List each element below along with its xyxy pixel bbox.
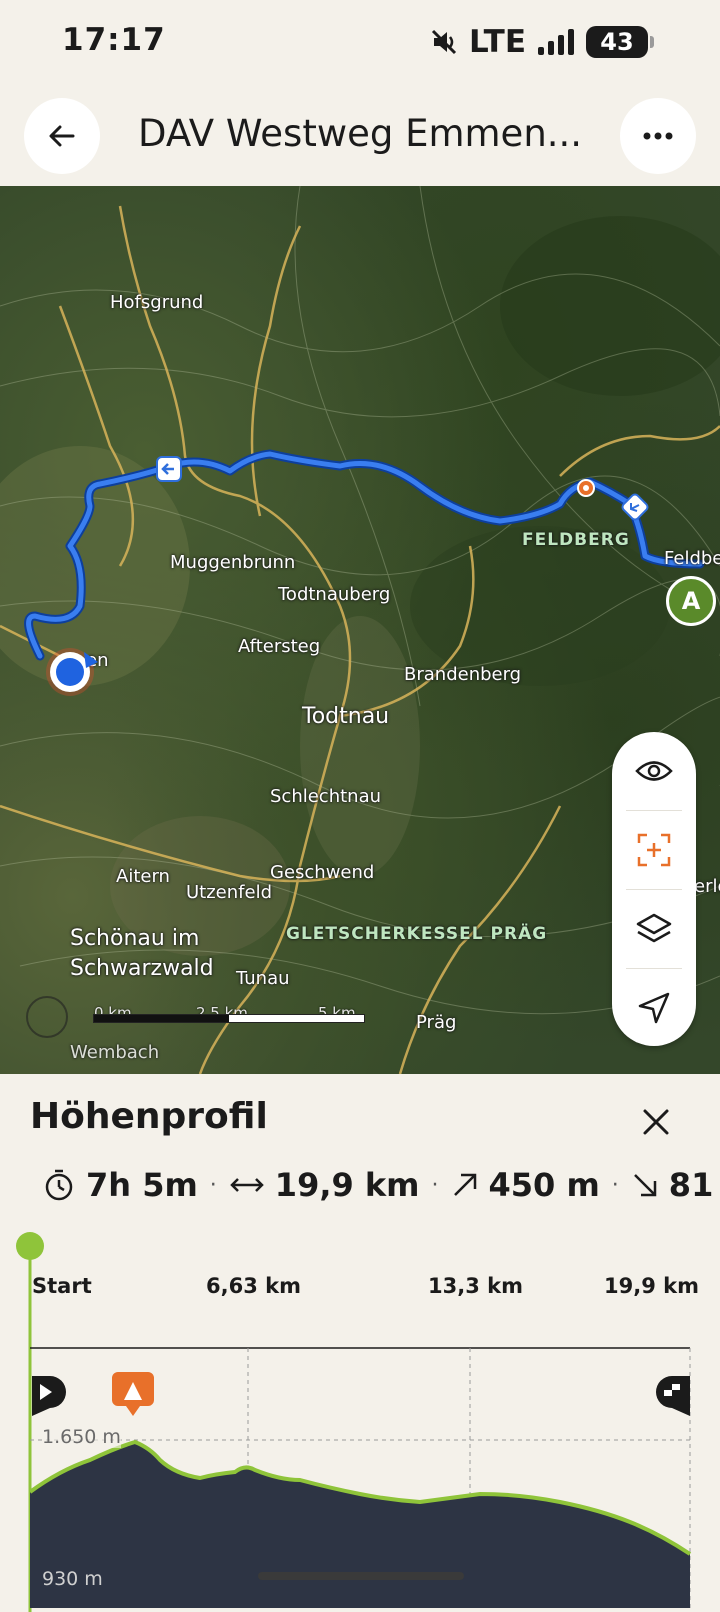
elevation-min-label: 930 m (42, 1568, 103, 1590)
home-indicator[interactable] (258, 1572, 464, 1580)
summit-point-icon (577, 479, 595, 497)
place-label: Todtnauberg (278, 584, 391, 605)
back-button[interactable] (24, 98, 100, 174)
layers-button[interactable] (612, 890, 696, 968)
start-handle (16, 1232, 44, 1260)
route-direction-icon (621, 493, 649, 521)
compass-icon[interactable] (26, 996, 68, 1038)
visibility-button[interactable] (612, 732, 696, 810)
more-dots-icon (643, 132, 673, 140)
route-stats: 7h 5m · 19,9 km · 450 m · 81 (42, 1166, 713, 1204)
status-icons: LTE 43 (429, 24, 654, 60)
focus-add-icon (637, 833, 671, 867)
stopwatch-icon (42, 1168, 76, 1202)
route-direction-icon (156, 456, 182, 482)
summit-marker-icon (112, 1372, 154, 1416)
place-label: Präg (416, 1012, 457, 1033)
place-label: Brandenberg (404, 664, 522, 685)
start-flag-icon (32, 1376, 66, 1416)
battery-level: 43 (600, 28, 634, 56)
place-label: erle (694, 876, 720, 897)
distance-value: 19,9 km (274, 1166, 420, 1204)
finish-flag-icon (656, 1376, 690, 1416)
region-label: FELDBERG (522, 530, 630, 550)
network-type: LTE (469, 24, 526, 60)
sheet-title: Höhenprofil (30, 1096, 268, 1137)
map-view[interactable]: Hofsgrund Muggenbrunn Todtnauberg Afters… (0, 186, 720, 1074)
place-label: Todtnau (302, 704, 390, 729)
place-label: Schönau im Schwarzwald (70, 926, 214, 981)
place-label: Utzenfeld (186, 882, 273, 903)
ascent-icon (451, 1171, 479, 1199)
close-button[interactable] (632, 1098, 680, 1146)
duration-value: 7h 5m (86, 1166, 198, 1204)
end-marker[interactable]: A (666, 576, 716, 626)
profile-area (30, 1442, 690, 1608)
eye-icon (635, 761, 673, 781)
page-title: DAV Westweg Emmen... (138, 112, 583, 155)
layers-icon (636, 913, 672, 943)
current-location-icon[interactable] (42, 642, 102, 702)
distance-icon (229, 1174, 265, 1196)
status-time: 17:17 (62, 22, 166, 58)
place-label: Wembach (70, 1042, 160, 1063)
separator: · (209, 1172, 217, 1198)
focus-route-button[interactable] (612, 811, 696, 889)
navigate-icon (638, 992, 670, 1024)
close-icon (643, 1109, 669, 1135)
place-label: Feldbe (664, 548, 720, 569)
signal-icon (538, 29, 574, 55)
mute-icon (431, 29, 457, 55)
region-label: GLETSCHERKESSEL PRÄG (286, 924, 548, 944)
place-label: Muggenbrunn (170, 552, 296, 573)
elevation-profile-chart[interactable] (0, 1212, 720, 1612)
elevation-max-label: 1.650 m (42, 1426, 121, 1448)
ascent-value: 450 m (488, 1166, 600, 1204)
top-app-bar: DAV Westweg Emmen... (0, 90, 720, 184)
place-label: Geschwend (270, 862, 375, 883)
scale-bar (93, 1014, 365, 1023)
place-label: Tunau (236, 968, 290, 989)
place-label: Aftersteg (238, 636, 321, 657)
map-controls (612, 732, 696, 1046)
descent-value: 81 (668, 1166, 714, 1204)
descent-icon (631, 1171, 659, 1199)
locate-button[interactable] (612, 969, 696, 1047)
separator: · (431, 1172, 439, 1198)
battery-icon: 43 (586, 26, 654, 58)
place-label: Aitern (116, 866, 170, 887)
back-arrow-icon (49, 125, 75, 147)
place-label: Schlechtnau (270, 786, 382, 807)
status-bar: 17:17 LTE 43 (0, 0, 720, 82)
elevation-sheet: Höhenprofil 7h 5m · 19,9 km · 450 m · 81… (0, 1074, 720, 1612)
separator: · (611, 1172, 619, 1198)
more-options-button[interactable] (620, 98, 696, 174)
place-label: Hofsgrund (110, 292, 204, 313)
